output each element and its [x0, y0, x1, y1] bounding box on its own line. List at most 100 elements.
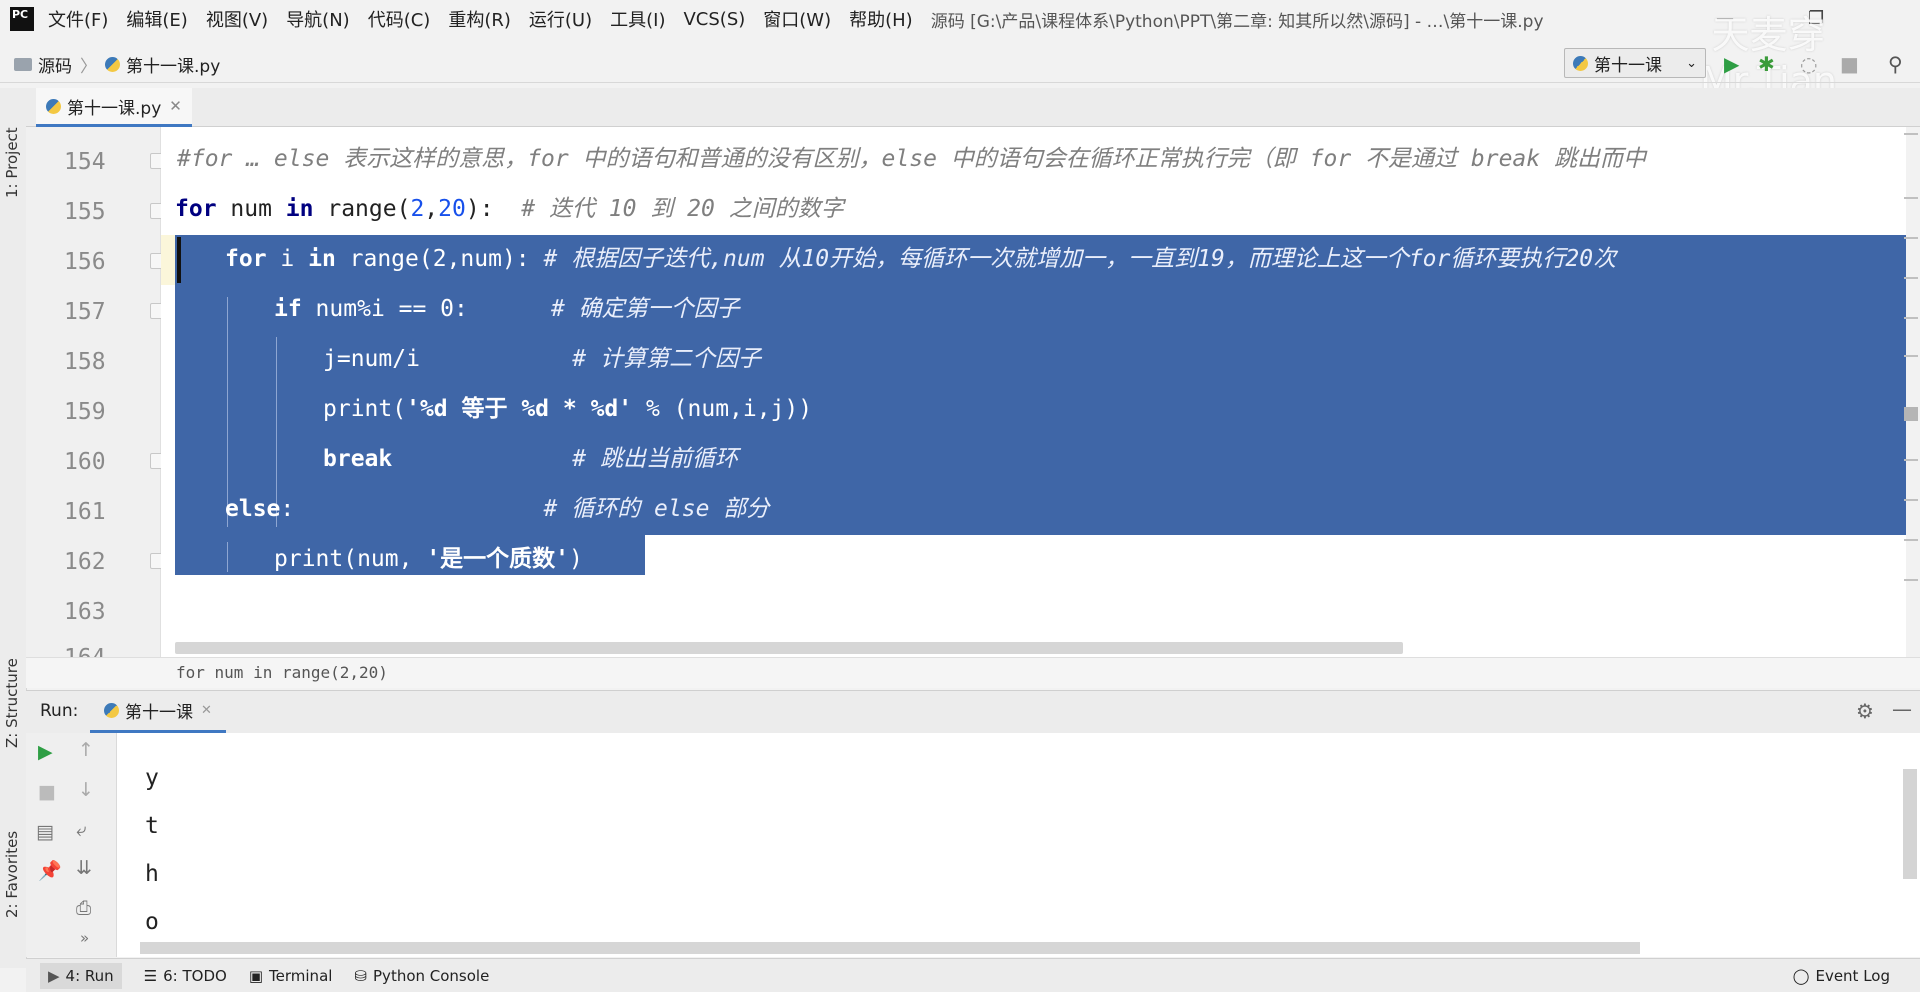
- terminal-tool-button[interactable]: ▣ Terminal: [249, 967, 333, 985]
- left-tool-strip: 1: Project Z: Structure 2: Favorites: [0, 88, 27, 968]
- run-panel-header: Run: 第十一课 ✕ ⚙ —: [26, 690, 1920, 734]
- menu-help[interactable]: 帮助(H): [849, 6, 913, 32]
- window-title: 源码 [G:\产品\课程体系\Python\PPT\第二章: 知其所以然\源码]…: [930, 11, 1544, 32]
- line-number: 155: [64, 199, 106, 225]
- soft-wrap-icon[interactable]: ⤶: [76, 819, 87, 841]
- code-line-160: break # 跳出当前循环: [323, 446, 738, 472]
- search-icon[interactable]: ⚲: [1888, 52, 1903, 76]
- folder-icon: [14, 57, 32, 71]
- line-number: 161: [64, 499, 106, 525]
- line-number: 157: [64, 299, 106, 325]
- structure-tool-button[interactable]: Z: Structure: [3, 658, 21, 748]
- event-log-tool-button[interactable]: ◯ Event Log: [1793, 967, 1890, 985]
- run-tab[interactable]: 第十一课 ✕: [90, 691, 226, 733]
- line-number: 160: [64, 449, 106, 475]
- selection-highlight: [175, 235, 1906, 535]
- run-tool-label: 4: Run: [65, 966, 114, 985]
- line-number: 154: [64, 149, 106, 175]
- debug-icon[interactable]: ✱: [1758, 52, 1775, 76]
- event-log-icon: ◯: [1792, 966, 1810, 985]
- menu-bar: PC 文件(F) 编辑(E) 视图(V) 导航(N) 代码(C) 重构(R) 运…: [0, 0, 1920, 38]
- menu-tools[interactable]: 工具(I): [610, 6, 665, 32]
- console-line: h: [145, 861, 159, 887]
- more-icon[interactable]: »: [80, 929, 89, 947]
- hide-panel-icon[interactable]: —: [1892, 697, 1912, 721]
- menu-navigate[interactable]: 导航(N): [286, 6, 350, 32]
- editor-horizontal-scrollbar[interactable]: [175, 642, 1403, 654]
- breadcrumb-folder[interactable]: 源码: [38, 52, 72, 77]
- line-number: 156: [64, 249, 106, 275]
- favorites-tool-button[interactable]: 2: Favorites: [3, 831, 21, 918]
- python-console-tool-button[interactable]: ⛁ Python Console: [354, 967, 489, 985]
- gear-icon[interactable]: ⚙: [1856, 699, 1874, 723]
- code-line-155: for num in range(2,20): # 迭代 10 到 20 之间的…: [175, 196, 844, 222]
- run-panel-label: Run:: [40, 701, 79, 721]
- run-toolbar: ▶ ■ ▤ 📌 ↑ ↓ ⤶ ⇊ ⎙ »: [26, 733, 117, 957]
- menu-window[interactable]: 窗口(W): [763, 6, 831, 32]
- run-tab-label: 第十一课: [125, 703, 193, 723]
- project-tool-button[interactable]: 1: Project: [3, 127, 21, 198]
- run-config-label: 第十一课: [1594, 55, 1662, 76]
- menu-refactor[interactable]: 重构(R): [448, 6, 511, 32]
- menu-vcs[interactable]: VCS(S): [683, 9, 745, 30]
- line-number: 164: [64, 645, 106, 657]
- breadcrumb-file[interactable]: 第十一课.py: [126, 52, 220, 77]
- list-icon: ☰: [143, 966, 158, 985]
- menu-code[interactable]: 代码(C): [368, 6, 431, 32]
- event-log-label: Event Log: [1815, 966, 1890, 985]
- tab-file[interactable]: 第十一课.py ✕: [36, 88, 192, 127]
- console-vertical-scrollbar[interactable]: [1903, 769, 1917, 879]
- run-icon[interactable]: ▶: [1724, 52, 1739, 76]
- code-editor[interactable]: #for … else 表示这样的意思，for 中的语句和普通的没有区别，els…: [161, 127, 1906, 657]
- editor-error-stripe[interactable]: [1904, 127, 1920, 657]
- code-line-154: #for … else 表示这样的意思，for 中的语句和普通的没有区别，els…: [177, 146, 1646, 172]
- print-icon[interactable]: ⎙: [76, 897, 91, 919]
- menu-edit[interactable]: 编辑(E): [126, 6, 187, 32]
- restore-layout-icon[interactable]: ▤: [36, 821, 54, 843]
- code-breadcrumb[interactable]: for num in range(2,20): [176, 663, 388, 682]
- menu-file[interactable]: 文件(F): [48, 6, 108, 32]
- indent-guide: [227, 542, 228, 572]
- code-line-157: if num%i == 0: # 确定第一个因子: [274, 296, 740, 322]
- code-line-158: j=num/i # 计算第二个因子: [323, 346, 761, 372]
- editor-gutter: 154 155 156 157 158 159 160 161 162 163 …: [26, 127, 166, 657]
- python-file-icon: [46, 98, 61, 114]
- editor-tab-bar: 第十一课.py ✕: [26, 88, 1920, 127]
- scroll-to-end-icon[interactable]: ⇊: [76, 857, 92, 879]
- tab-label: 第十一课.py: [67, 98, 162, 119]
- todo-tool-button[interactable]: ☰ 6: TODO: [144, 967, 227, 985]
- stop-icon[interactable]: ■: [1840, 52, 1859, 76]
- breadcrumb-separator-icon: 〉: [80, 56, 97, 77]
- todo-tool-label: 6: TODO: [163, 966, 227, 985]
- line-number: 163: [64, 599, 106, 625]
- close-icon[interactable]: ✕: [169, 97, 182, 115]
- python-console-tool-label: Python Console: [373, 966, 490, 985]
- python-file-icon: [1573, 55, 1588, 71]
- run-icon: ▶: [48, 966, 60, 985]
- pin-icon[interactable]: 📌: [38, 859, 62, 882]
- stop-icon[interactable]: ■: [38, 781, 56, 803]
- arrow-down-icon[interactable]: ↓: [78, 779, 94, 801]
- run-console-output[interactable]: y t h o: [117, 733, 1920, 957]
- python-file-icon: [105, 56, 120, 72]
- text-cursor: [177, 237, 181, 283]
- python-file-icon: [104, 703, 119, 718]
- console-line: y: [145, 765, 159, 791]
- rerun-icon[interactable]: ▶: [38, 741, 53, 763]
- menu-view[interactable]: 视图(V): [206, 6, 268, 32]
- terminal-icon: ▣: [248, 966, 264, 985]
- close-icon[interactable]: ✕: [201, 703, 212, 718]
- coverage-icon[interactable]: ◌: [1800, 52, 1817, 76]
- code-line-162: print(num, '是一个质数'): [274, 546, 583, 572]
- run-tool-button[interactable]: ▶ 4: Run: [40, 962, 122, 989]
- menu-run[interactable]: 运行(U): [529, 6, 592, 32]
- run-config-select[interactable]: 第十一课 ⌄: [1564, 48, 1706, 78]
- console-line: t: [145, 813, 159, 839]
- indent-guide: [227, 297, 228, 527]
- arrow-up-icon[interactable]: ↑: [78, 739, 94, 761]
- python-console-icon: ⛁: [354, 966, 368, 985]
- pycharm-logo-icon: PC: [10, 7, 34, 31]
- code-line-156: for i in range(2,num): # 根据因子迭代,num 从10开…: [225, 246, 1617, 272]
- console-horizontal-scrollbar[interactable]: [140, 942, 1640, 954]
- console-line: o: [145, 909, 159, 935]
